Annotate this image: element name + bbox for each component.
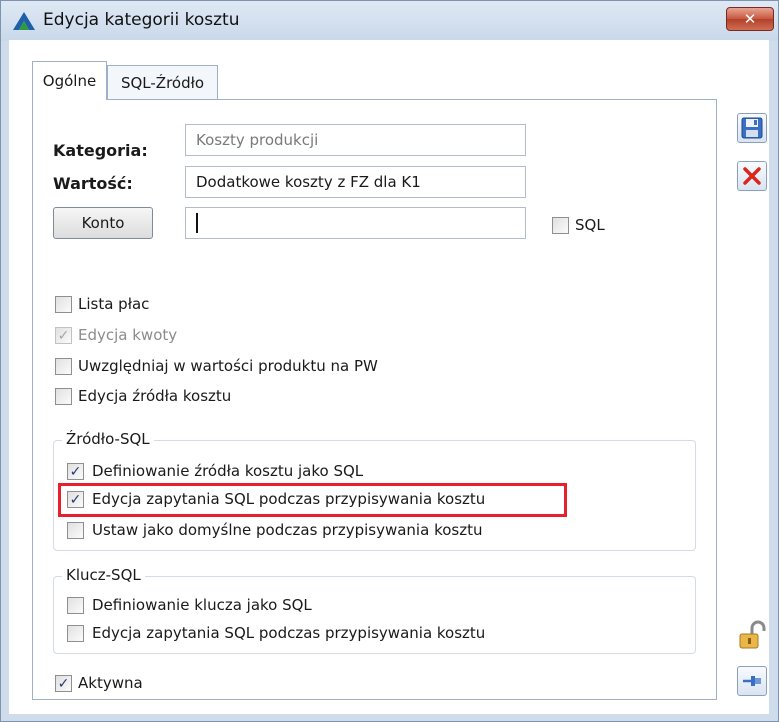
edit-key-query-checkbox[interactable]	[67, 625, 84, 642]
pin-icon	[743, 676, 761, 686]
highlight-box	[58, 483, 567, 517]
account-button[interactable]: Konto	[53, 207, 153, 239]
active-checkbox[interactable]: ✓	[55, 675, 72, 692]
active-label: Aktywna	[78, 674, 143, 692]
edit-key-query-label: Edycja zapytania SQL podczas przypisywan…	[92, 624, 486, 642]
cancel-icon	[743, 167, 761, 185]
key-sql-group	[53, 576, 696, 654]
close-button[interactable]: ✕	[726, 7, 774, 31]
lock-button[interactable]	[737, 620, 767, 650]
set-default-label: Ustaw jako domyślne podczas przypisywani…	[92, 521, 483, 539]
define-key-sql-label: Definiowanie klucza jako SQL	[92, 596, 312, 614]
value-label: Wartość:	[53, 174, 133, 193]
sql-checkbox-label: SQL	[575, 216, 605, 234]
pin-button[interactable]	[737, 666, 767, 696]
app-logo-icon	[13, 12, 35, 30]
text-caret	[196, 213, 198, 233]
title-bar[interactable]: Edycja kategorii kosztu ✕	[1, 1, 778, 41]
save-icon	[741, 117, 763, 139]
save-button[interactable]	[737, 113, 767, 143]
lock-icon	[739, 620, 766, 649]
category-label: Kategoria:	[53, 141, 148, 160]
payroll-checkbox[interactable]	[55, 296, 72, 313]
set-default-checkbox[interactable]	[67, 522, 84, 539]
include-pw-checkbox[interactable]	[55, 358, 72, 375]
category-value: Koszty produkcji	[196, 131, 319, 149]
source-sql-title: Źródło-SQL	[62, 430, 154, 448]
edit-source-label: Edycja źródła kosztu	[78, 387, 232, 405]
tab-sql-source[interactable]: SQL-Źródło	[107, 65, 218, 100]
cancel-button[interactable]	[737, 161, 767, 191]
sql-checkbox[interactable]	[552, 217, 569, 234]
include-pw-label: Uwzględniaj w wartości produktu na PW	[78, 357, 378, 375]
edit-source-checkbox[interactable]	[55, 388, 72, 405]
account-field[interactable]	[185, 207, 526, 239]
tab-general[interactable]: Ogólne	[32, 61, 107, 100]
amount-edit-checkbox: ✓	[55, 327, 72, 344]
category-field: Koszty produkcji	[185, 124, 526, 156]
value-field[interactable]: Dodatkowe koszty z FZ dla K1	[185, 166, 526, 198]
window-title: Edycja kategorii kosztu	[43, 10, 240, 30]
value-text: Dodatkowe koszty z FZ dla K1	[196, 173, 421, 191]
define-key-sql-checkbox[interactable]	[67, 597, 84, 614]
define-source-sql-label: Definiowanie źródła kosztu jako SQL	[92, 462, 364, 480]
key-sql-title: Klucz-SQL	[62, 566, 145, 584]
payroll-label: Lista płac	[78, 295, 150, 313]
define-source-sql-checkbox[interactable]: ✓	[67, 463, 84, 480]
amount-edit-label: Edycja kwoty	[78, 326, 178, 344]
